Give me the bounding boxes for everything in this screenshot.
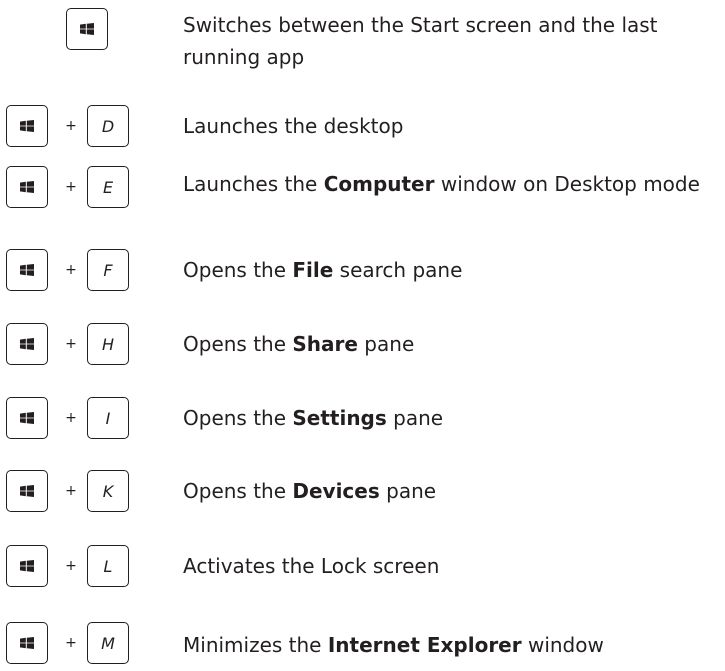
plus-sign: + xyxy=(65,635,77,651)
windows-logo-icon xyxy=(80,23,94,35)
letter-key-h: H xyxy=(87,323,129,365)
description-text: Opens the xyxy=(183,406,293,430)
description-text: window on Desktop mode xyxy=(434,172,700,196)
description-text: Launches the xyxy=(183,172,324,196)
shortcut-description: Opens the Devices pane xyxy=(183,475,723,507)
windows-key xyxy=(6,105,48,147)
shortcut-description: Launches the Computer window on Desktop … xyxy=(183,168,723,200)
description-text: Opens the xyxy=(183,332,293,356)
plus-sign: + xyxy=(65,262,77,278)
letter-key-i: I xyxy=(87,397,129,439)
description-text: pane xyxy=(357,332,415,356)
windows-logo-icon xyxy=(20,485,34,497)
windows-logo-icon xyxy=(20,338,34,350)
description-text: Switches between the Start screen and th… xyxy=(183,13,658,69)
windows-logo-icon xyxy=(20,560,34,572)
windows-logo-icon xyxy=(20,264,34,276)
windows-logo-icon xyxy=(20,181,34,193)
description-text: Launches the desktop xyxy=(183,114,404,138)
plus-sign: + xyxy=(65,336,77,352)
shortcut-description: Launches the desktop xyxy=(183,110,723,142)
letter-key-k: K xyxy=(87,470,129,512)
plus-sign: + xyxy=(65,483,77,499)
windows-key xyxy=(66,8,108,50)
shortcut-description: Opens the File search pane xyxy=(183,254,723,286)
description-bold-text: Devices xyxy=(292,479,380,503)
description-text: Activates the Lock screen xyxy=(183,554,440,578)
description-text: pane xyxy=(379,479,437,503)
shortcut-description: Opens the Settings pane xyxy=(183,402,723,434)
description-text: pane xyxy=(386,406,444,430)
description-bold-text: Share xyxy=(292,332,358,356)
shortcut-description: Switches between the Start screen and th… xyxy=(183,9,723,73)
windows-logo-icon xyxy=(20,637,34,649)
letter-key-f: F xyxy=(87,249,129,291)
windows-key xyxy=(6,397,48,439)
plus-sign: + xyxy=(65,179,77,195)
letter-key-e: E xyxy=(87,166,129,208)
windows-key xyxy=(6,323,48,365)
description-bold-text: Settings xyxy=(292,406,387,430)
windows-key xyxy=(6,622,48,664)
description-text: Opens the xyxy=(183,258,293,282)
shortcut-description: Activates the Lock screen xyxy=(183,550,723,582)
shortcut-description: Opens the Share pane xyxy=(183,328,723,360)
windows-key xyxy=(6,249,48,291)
description-text: search pane xyxy=(333,258,463,282)
letter-key-d: D xyxy=(87,105,129,147)
windows-key xyxy=(6,470,48,512)
plus-sign: + xyxy=(65,410,77,426)
description-bold-text: File xyxy=(292,258,334,282)
description-bold-text: Internet Explorer xyxy=(327,633,522,657)
windows-key xyxy=(6,545,48,587)
shortcut-description: Minimizes the Internet Explorer window xyxy=(183,629,723,661)
letter-key-m: M xyxy=(87,622,129,664)
windows-logo-icon xyxy=(20,120,34,132)
plus-sign: + xyxy=(65,118,77,134)
description-text: Opens the xyxy=(183,479,293,503)
description-text: window xyxy=(521,633,604,657)
plus-sign: + xyxy=(65,558,77,574)
windows-key xyxy=(6,166,48,208)
description-bold-text: Computer xyxy=(323,172,435,196)
description-text: Minimizes the xyxy=(183,633,328,657)
windows-logo-icon xyxy=(20,412,34,424)
letter-key-l: L xyxy=(87,545,129,587)
